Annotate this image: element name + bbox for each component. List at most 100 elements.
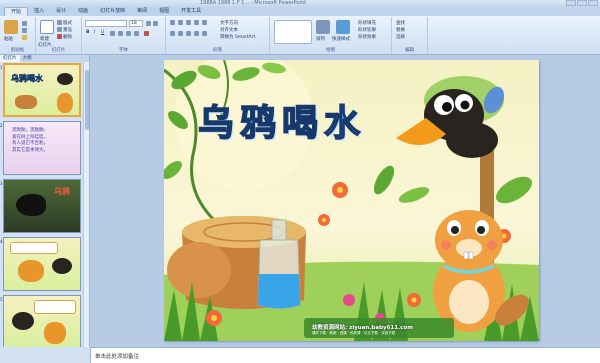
underline-icon[interactable]: U [101, 30, 104, 35]
justify-icon[interactable] [194, 31, 199, 36]
shape-fill-button[interactable]: 形状填充 [358, 20, 376, 26]
tab-home[interactable]: 开始 [4, 7, 29, 16]
char-spacing-icon[interactable] [126, 31, 131, 36]
line-spacing-icon[interactable] [202, 20, 207, 25]
quick-styles-button[interactable]: 快速样式 [332, 36, 350, 42]
slide-thumbnails: 1 乌鸦喝水 2 黑黝黝，黑黝黝， 爱在树上叫哇哇， 有人说它不吉利， 其实它是… [0, 62, 84, 347]
paste-button[interactable]: 粘贴 [4, 36, 13, 42]
quick-styles-icon[interactable] [336, 20, 350, 34]
ribbon-tabs: 开始 插入 设计 动画 幻灯片放映 审阅 视图 开发工具 [0, 7, 600, 16]
poem-line: 其实它是本领大。 [12, 147, 48, 153]
tab-outline-pane[interactable]: 大纲 [20, 55, 35, 62]
tab-design[interactable]: 设计 [50, 7, 72, 16]
shape-effects-button[interactable]: 形状效果 [358, 34, 376, 40]
slide-workspace: 乌鸦喝水 幼教资源网站: ziyuan.baby611.com 课件下载 · 教… [91, 55, 600, 347]
increase-indent-icon[interactable] [194, 20, 199, 25]
format-painter-icon[interactable] [22, 35, 27, 40]
title-bar: 1988A 1988 1 F 1... - Microsoft PowerPoi… [0, 0, 600, 7]
clipboard-group-label: 剪贴板 [10, 48, 25, 53]
close-button[interactable] [588, 0, 598, 6]
minimize-button[interactable] [566, 0, 576, 6]
slide-footer-sub: 课件下载 · 教案 · 说课 · 优质课 · 论文下载 · 试卷下载 [312, 331, 396, 335]
crow-image [52, 258, 72, 274]
beaver-image [57, 93, 73, 113]
crow-photo [16, 194, 46, 216]
tab-view[interactable]: 视图 [153, 7, 175, 16]
numbering-icon[interactable] [178, 20, 183, 25]
speech-bubble [10, 242, 58, 254]
drawing-group-label: 绘图 [326, 48, 335, 53]
font-color-icon[interactable] [144, 31, 149, 36]
shapes-gallery[interactable] [274, 20, 312, 44]
italic-icon[interactable]: I [94, 30, 95, 35]
paragraph-group: 文字方向 对齐文本 转换为 SmartArt 段落 [166, 17, 270, 54]
shrink-font-icon[interactable] [153, 21, 158, 26]
reset-button[interactable]: 重设 [63, 27, 72, 33]
bold-icon[interactable]: B [86, 30, 89, 35]
arrange-icon[interactable] [316, 20, 330, 34]
crow-image [57, 73, 73, 85]
tab-insert[interactable]: 插入 [28, 7, 50, 16]
layout-button[interactable]: 版式 [63, 20, 72, 26]
notes-pane[interactable]: 单击此处添加备注 [91, 347, 600, 363]
align-left-icon[interactable] [170, 31, 175, 36]
slide-title[interactable]: 乌鸦喝水 [197, 94, 366, 146]
poem-line: 黑黝黝，黑黝黝， [12, 128, 48, 133]
clipboard-group: 粘贴 剪贴板 [0, 17, 36, 54]
bullets-icon[interactable] [170, 20, 175, 25]
notes-placeholder[interactable]: 单击此处添加备注 [95, 352, 139, 360]
tab-developer[interactable]: 开发工具 [175, 7, 207, 16]
slides-pane-scrollbar[interactable] [83, 62, 89, 347]
slides-group-label: 幻灯片 [51, 48, 66, 53]
font-name-input[interactable] [85, 20, 127, 27]
strikethrough-icon[interactable] [110, 31, 115, 36]
replace-button[interactable]: 替换 [396, 27, 405, 33]
paste-icon[interactable] [4, 20, 18, 34]
cut-icon[interactable] [22, 21, 27, 26]
tab-slides-pane[interactable]: 幻灯片 [0, 55, 20, 62]
tab-animations[interactable]: 动画 [72, 7, 94, 16]
shadow-icon[interactable] [118, 31, 123, 36]
slide-thumbnail-2[interactable]: 黑黝黝，黑黝黝， 爱在树上叫哇哇， 有人说它不吉利， 其实它是本领大。 [3, 121, 81, 175]
editing-group-label: 编辑 [405, 48, 414, 53]
select-button[interactable]: 选择 [396, 34, 405, 40]
font-group-label: 字体 [119, 48, 128, 53]
scrollbar-thumb[interactable] [85, 70, 89, 130]
slide-thumbnail-5[interactable] [3, 295, 81, 347]
slide-canvas[interactable]: 乌鸦喝水 幼教资源网站: ziyuan.baby611.com 课件下载 · 教… [164, 60, 539, 341]
tab-review[interactable]: 审阅 [131, 7, 153, 16]
reset-icon[interactable] [57, 27, 62, 32]
shape-outline-button[interactable]: 形状轮廓 [358, 27, 376, 33]
delete-button[interactable]: 删除 [63, 34, 72, 40]
poem-line: 有人说它不吉利， [12, 141, 48, 146]
slide-thumbnail-1[interactable]: 乌鸦喝水 [3, 63, 81, 117]
columns-icon[interactable] [202, 31, 207, 36]
change-case-icon[interactable] [134, 31, 139, 36]
drawing-group: 排列 快速样式 形状填充 形状轮廓 形状效果 绘图 [270, 17, 392, 54]
align-right-icon[interactable] [186, 31, 191, 36]
font-size-input[interactable]: 18 [129, 20, 143, 27]
slide-thumbnail-4[interactable] [3, 237, 81, 291]
maximize-button[interactable] [577, 0, 587, 6]
layout-icon[interactable] [57, 20, 62, 25]
align-text-button[interactable]: 对齐文本 [220, 27, 238, 33]
tab-slideshow[interactable]: 幻灯片放映 [94, 7, 131, 16]
new-slide-icon[interactable] [40, 20, 54, 34]
text-direction-button[interactable]: 文字方向 [220, 20, 238, 26]
arrange-button[interactable]: 排列 [316, 36, 325, 42]
copy-icon[interactable] [22, 28, 27, 33]
slide3-caption: 乌鸦 [54, 187, 70, 196]
window-controls [566, 0, 598, 6]
delete-icon[interactable] [57, 34, 62, 39]
beaver-image [44, 322, 66, 344]
thumbnail-title: 乌鸦喝水 [11, 74, 44, 84]
align-center-icon[interactable] [178, 31, 183, 36]
smartart-button[interactable]: 转换为 SmartArt [220, 34, 255, 40]
crow-image [12, 312, 34, 330]
decrease-indent-icon[interactable] [186, 20, 191, 25]
grow-font-icon[interactable] [146, 21, 151, 26]
status-left [0, 347, 91, 363]
find-button[interactable]: 查找 [396, 20, 405, 26]
slide-thumbnail-3[interactable]: 乌鸦 [3, 179, 81, 233]
ribbon: 粘贴 剪贴板 新建 幻灯片 版式 重设 删除 幻灯片 18 B I U 字体 文… [0, 16, 600, 55]
